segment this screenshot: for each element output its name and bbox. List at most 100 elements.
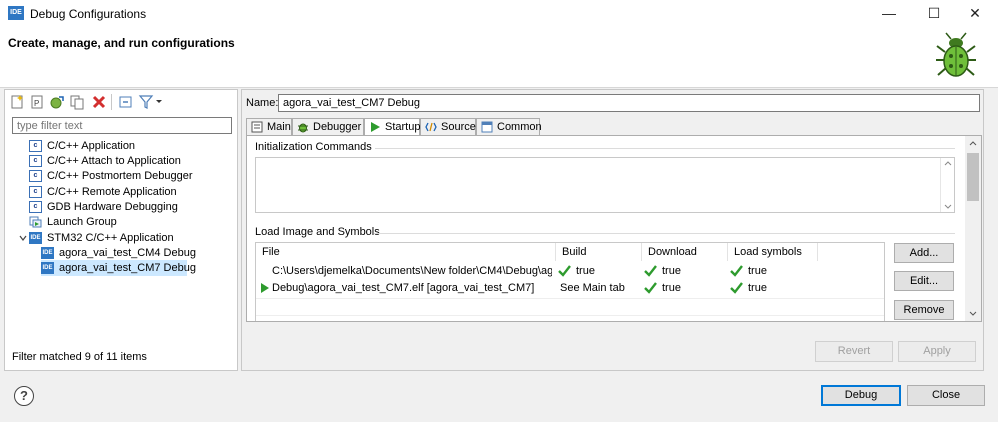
tab-main[interactable]: Main <box>246 118 292 136</box>
collapse-all-icon[interactable] <box>118 94 134 110</box>
tab-label: Debugger <box>313 121 362 133</box>
group-divider <box>375 148 955 149</box>
main-tab-icon <box>251 121 263 133</box>
textarea-scrollbar[interactable] <box>940 158 954 212</box>
tree-item-gdb-hardware[interactable]: c GDB Hardware Debugging <box>29 199 235 215</box>
source-tab-icon <box>425 122 437 132</box>
startup-tab-icon <box>371 122 380 132</box>
ide-icon: IDE <box>41 247 54 259</box>
tree-item-cm4-debug[interactable]: IDE agora_vai_test_CM4 Debug <box>41 245 235 261</box>
ide-icon: IDE <box>41 262 54 274</box>
c-icon: c <box>29 140 42 152</box>
cell-load-symbols: true <box>748 282 767 294</box>
help-icon[interactable]: ? <box>14 386 34 406</box>
banner-title: Create, manage, and run configurations <box>8 36 235 50</box>
check-icon[interactable] <box>644 282 657 294</box>
tab-debugger[interactable]: Debugger <box>292 118 364 136</box>
cell-build: true <box>576 265 595 277</box>
c-icon: c <box>29 201 42 213</box>
toolbar-separator <box>111 94 112 110</box>
common-tab-icon <box>481 121 493 133</box>
apply-button[interactable]: Apply <box>898 341 976 362</box>
tab-scrollbar[interactable] <box>965 136 981 321</box>
delete-icon[interactable] <box>91 94 107 110</box>
revert-button[interactable]: Revert <box>815 341 893 362</box>
name-input[interactable]: agora_vai_test_CM7 Debug <box>278 94 980 112</box>
minimize-button[interactable]: — <box>868 0 910 28</box>
filter-status: Filter matched 9 of 11 items <box>12 351 147 363</box>
check-icon[interactable] <box>644 265 657 277</box>
init-commands-textarea[interactable] <box>255 157 955 213</box>
dialog-banner: Create, manage, and run configurations <box>0 28 998 88</box>
scroll-up-icon[interactable] <box>944 160 952 166</box>
new-configuration-icon[interactable] <box>9 94 25 110</box>
configuration-tree-panel: P c C/C++ Application c C/C++ Attach to … <box>4 89 238 371</box>
column-header-download[interactable]: Download <box>642 243 728 261</box>
debugger-tab-icon <box>298 123 308 133</box>
table-row[interactable]: Debug\agora_vai_test_CM7.elf [agora_vai_… <box>256 280 884 297</box>
tree-item-c-cpp-remote[interactable]: c C/C++ Remote Application <box>29 184 235 200</box>
maximize-button[interactable]: ☐ <box>913 0 955 28</box>
filter-input[interactable] <box>12 117 232 134</box>
init-commands-title: Initialization Commands <box>255 141 372 153</box>
column-header-build[interactable]: Build <box>556 243 642 261</box>
scrollbar-thumb[interactable] <box>967 153 979 201</box>
column-header-load-symbols[interactable]: Load symbols <box>728 243 818 261</box>
name-label: Name: <box>246 97 279 109</box>
ide-icon: IDE <box>29 232 42 244</box>
launch-group-icon <box>29 216 42 228</box>
cell-load-symbols: true <box>748 265 767 277</box>
scroll-up-icon[interactable] <box>969 140 977 146</box>
chevron-down-icon[interactable] <box>154 94 164 110</box>
startup-tab-content: Initialization Commands Load Image and S… <box>246 135 982 322</box>
chevron-down-icon[interactable] <box>19 234 27 242</box>
configuration-editor: Name: agora_vai_test_CM7 Debug Main Debu… <box>241 89 984 371</box>
check-icon[interactable] <box>730 282 743 294</box>
tree-item-label: C/C++ Postmortem Debugger <box>47 170 193 182</box>
tree-item-launch-group[interactable]: Launch Group <box>29 214 235 230</box>
new-prototype-icon[interactable]: P <box>29 94 45 110</box>
edit-button[interactable]: Edit... <box>894 271 954 291</box>
play-icon <box>261 283 269 293</box>
remove-button[interactable]: Remove <box>894 300 954 320</box>
duplicate-icon[interactable] <box>69 94 85 110</box>
tab-label: Main <box>267 121 291 133</box>
cell-file: C:\Users\djemelka\Documents\New folder\C… <box>272 265 552 277</box>
close-button[interactable]: Close <box>907 385 985 406</box>
cell-file: Debug\agora_vai_test_CM7.elf [agora_vai_… <box>272 282 535 294</box>
tree-item-label: STM32 C/C++ Application <box>47 232 174 244</box>
bug-icon <box>936 32 976 77</box>
tree-item-label: Launch Group <box>47 216 117 228</box>
title-bar: IDE Debug Configurations — ☐ ✕ <box>0 0 998 28</box>
table-row[interactable]: C:\Users\djemelka\Documents\New folder\C… <box>256 263 884 280</box>
tab-source[interactable]: Source <box>420 118 476 136</box>
c-icon: c <box>29 155 42 167</box>
tab-label: Common <box>497 121 542 133</box>
check-icon[interactable] <box>558 265 571 277</box>
tree-item-label: agora_vai_test_CM4 Debug <box>59 247 196 259</box>
tree-item-c-cpp-postmortem[interactable]: c C/C++ Postmortem Debugger <box>29 168 235 184</box>
column-header-file[interactable]: File <box>256 243 556 261</box>
tree-item-label: GDB Hardware Debugging <box>47 201 178 213</box>
ide-app-icon: IDE <box>8 6 24 20</box>
tab-common[interactable]: Common <box>476 118 542 136</box>
debug-button[interactable]: Debug <box>821 385 901 406</box>
tab-label: Source <box>441 121 476 133</box>
check-icon[interactable] <box>730 265 743 277</box>
scroll-down-icon[interactable] <box>944 204 952 210</box>
export-icon[interactable] <box>49 94 65 110</box>
cell-download: true <box>662 282 681 294</box>
tree-item-c-cpp-application[interactable]: c C/C++ Application <box>29 138 235 154</box>
row-divider <box>256 315 884 316</box>
close-window-button[interactable]: ✕ <box>954 0 996 28</box>
add-button[interactable]: Add... <box>894 243 954 263</box>
filter-icon[interactable] <box>138 94 154 110</box>
svg-text:P: P <box>34 99 39 108</box>
tree-item-stm32-application[interactable]: IDE STM32 C/C++ Application <box>19 230 235 246</box>
tab-label: Startup <box>385 121 421 133</box>
tree-item-cm7-debug[interactable]: IDE agora_vai_test_CM7 Debug <box>41 260 196 276</box>
scroll-down-icon[interactable] <box>969 311 977 317</box>
c-icon: c <box>29 186 42 198</box>
tree-item-label: C/C++ Application <box>47 140 136 152</box>
tree-item-c-cpp-attach[interactable]: c C/C++ Attach to Application <box>29 153 235 169</box>
